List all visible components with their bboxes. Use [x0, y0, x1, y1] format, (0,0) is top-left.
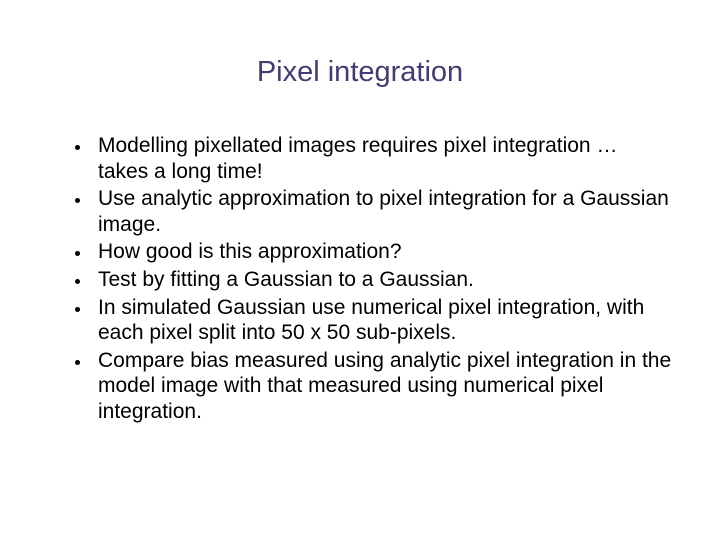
bullet-list: Modelling pixellated images requires pix… [48, 133, 672, 425]
list-item: In simulated Gaussian use numerical pixe… [92, 295, 672, 346]
list-item: Test by fitting a Gaussian to a Gaussian… [92, 267, 672, 293]
list-item: Compare bias measured using analytic pix… [92, 348, 672, 425]
list-item: Use analytic approximation to pixel inte… [92, 186, 672, 237]
slide: Pixel integration Modelling pixellated i… [0, 0, 720, 540]
list-item: Modelling pixellated images requires pix… [92, 133, 672, 184]
slide-title: Pixel integration [48, 56, 672, 89]
list-item: How good is this approximation? [92, 239, 672, 265]
